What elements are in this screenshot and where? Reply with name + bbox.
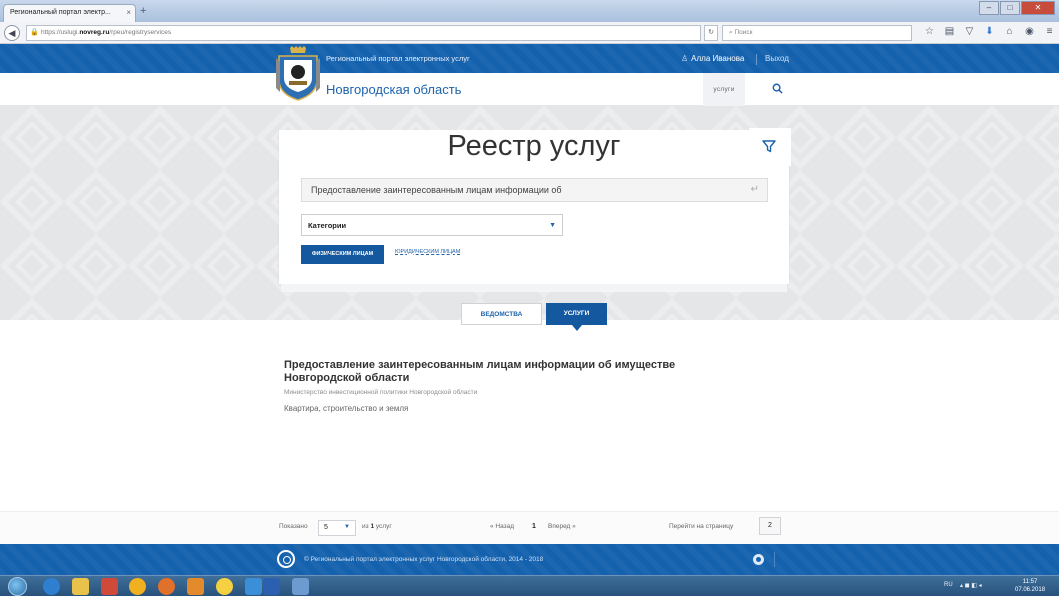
search-panel-shadow [281,284,787,292]
chevron-down-icon: ▼ [344,524,350,530]
portal-title[interactable]: Региональный портал электронных услуг [326,54,470,63]
os-taskbar: RU ▴ ◼ ◧ ◂ 11:57 07.06.2018 [0,575,1059,596]
prev-page-link[interactable]: « Назад [490,523,514,530]
reading-list-icon[interactable]: ▤ [944,26,955,37]
pocket-icon[interactable]: ▽ [964,26,975,37]
tray-icons[interactable]: ▴ ◼ ◧ ◂ [960,582,982,589]
user-icon: ♙ [681,54,689,63]
window-close-icon[interactable]: ✕ [1021,1,1055,15]
current-page[interactable]: 1 [532,523,536,530]
user-name: Алла Иванова [691,54,745,63]
bookmark-star-icon[interactable]: ☆ [924,26,935,37]
active-tab-pointer [572,325,582,331]
browser-search-icon: ⌕ [729,29,733,36]
per-page-value: 5 [324,524,328,531]
shown-label: Показано [279,523,308,530]
category-select[interactable]: Категории ▼ [301,214,563,236]
start-button-icon[interactable] [8,577,27,596]
tray-clock[interactable]: 11:57 07.06.2018 [1015,578,1045,594]
coat-of-arms-icon[interactable] [276,46,320,102]
browser-search-input[interactable]: ⌕ Поиск [722,25,912,41]
chrome-icon[interactable] [129,578,146,595]
word-icon[interactable] [263,578,280,595]
per-page-select[interactable]: 5 ▼ [318,520,356,536]
lock-icon: 🔒 [30,29,39,36]
of-prefix: из [362,523,369,530]
region-name[interactable]: Новгородская область [326,82,461,97]
nav-services[interactable]: услуги [703,73,745,106]
maximize-icon[interactable]: □ [1000,1,1020,15]
footer-settings-icon[interactable] [753,554,764,565]
service-search-value: Предоставление заинтересованным лицам ин… [311,185,562,195]
browser-tab-title: Региональный портал электр... [10,9,111,16]
outlook-icon[interactable] [187,578,204,595]
chat-icon[interactable]: ◉ [1024,26,1035,37]
region-bar: Новгородская область услуги [0,73,1059,106]
explorer-icon[interactable] [72,578,89,595]
category-select-value: Категории [308,221,347,230]
url-prefix: https://uslugi. [41,29,80,36]
next-page-link[interactable]: Вперед » [548,523,576,530]
minimize-icon[interactable]: – [979,1,999,15]
tray-lang[interactable]: RU [944,582,953,588]
site-search-icon[interactable] [772,83,783,97]
url-path: /rpeu/registryservices [109,29,172,36]
enter-icon[interactable]: ↵ [751,184,759,195]
page-title: Реестр услуг [447,130,621,162]
menu-icon[interactable]: ≡ [1044,26,1055,37]
url-domain: novreg.ru [79,29,110,36]
header-divider [756,54,757,65]
service-search-input[interactable]: Предоставление заинтересованным лицам ин… [301,178,768,202]
tab-departments[interactable]: ВЕДОМСТВА [461,303,542,325]
download-icon[interactable]: ⬇ [984,26,995,37]
tray-time: 11:57 [1022,579,1038,585]
ie-icon[interactable] [43,578,60,595]
chevron-down-icon: ▼ [549,222,556,229]
browser-toolbar: ☆ ▤ ▽ ⬇ ⌂ ◉ ≡ [924,26,1055,37]
goto-page-label: Перейти на страницу [669,523,734,530]
messenger-icon[interactable] [245,578,262,595]
paint-icon[interactable] [292,578,309,595]
result-department: Министерство инвестиционной политики Нов… [284,389,478,396]
goto-page-input[interactable]: 2 [759,517,781,535]
url-bar[interactable]: 🔒 https://uslugi.novreg.ru/rpeu/registry… [26,25,701,41]
back-icon[interactable]: ◀ [4,25,20,41]
browser-tab[interactable]: Региональный портал электр... × [3,4,136,22]
tab-close-icon[interactable]: × [126,8,131,17]
site-footer: © Региональный портал электронных услуг … [0,544,1059,575]
legal-entities-link[interactable]: ЮРИДИЧЕСКИМ ЛИЦАМ [395,249,460,255]
user-profile-link[interactable]: ♙ Алла Иванова [681,54,744,63]
of-suffix: услуг [375,523,392,530]
footer-copyright: © Региональный портал электронных услуг … [304,556,544,563]
window-controls: – □ ✕ [979,1,1055,15]
media-icon[interactable] [101,578,118,595]
browser-tab-bar: Региональный портал электр... × + – □ ✕ [0,0,1059,22]
browser-nav-bar: ◀ 🔒 https://uslugi.novreg.ru/rpeu/regist… [0,22,1059,44]
individuals-button[interactable]: ФИЗИЧЕСКИМ ЛИЦАМ [301,245,384,264]
total-count: из 1 услуг [362,523,392,530]
footer-logo-icon[interactable] [277,550,295,568]
result-title-link[interactable]: Предоставление заинтересованным лицам ин… [284,359,754,385]
reload-icon[interactable]: ↻ [704,25,718,41]
pagination-bar: Показано 5 ▼ из 1 услуг « Назад 1 Вперед… [0,511,1059,544]
total-value: 1 [370,523,375,530]
footer-divider [774,552,775,567]
tab-services[interactable]: УСЛУГИ [546,303,607,325]
home-icon[interactable]: ⌂ [1004,26,1015,37]
logout-link[interactable]: Выход [765,54,789,63]
app-icon[interactable] [216,578,233,595]
tray-date: 07.06.2018 [1015,587,1046,593]
result-category: Квартира, строительство и земля [284,404,409,413]
browser-search-placeholder: Поиск [734,29,753,36]
firefox-icon[interactable] [158,578,175,595]
site-header: Региональный портал электронных услуг ♙ А… [0,44,1059,73]
new-tab-button[interactable]: + [140,5,146,17]
